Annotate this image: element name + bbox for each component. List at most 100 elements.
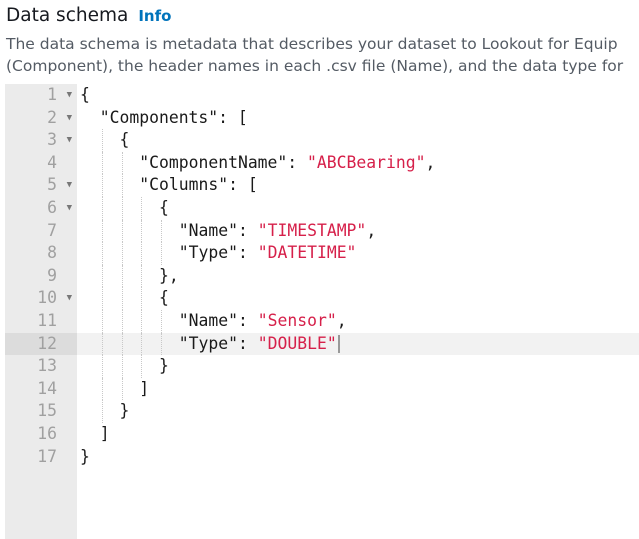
fold-arrow-icon[interactable]: ▼ <box>67 197 72 220</box>
string-token: "DOUBLE" <box>257 333 337 353</box>
code-text: { <box>159 197 169 220</box>
code-text: } <box>80 446 90 469</box>
indent-guide <box>121 219 123 243</box>
line-number: 6 ▼ <box>5 197 77 220</box>
indent-guide <box>161 242 163 265</box>
line-number-text: 1 <box>47 85 57 104</box>
indent-guide <box>101 287 103 310</box>
string-token: "Sensor" <box>257 310 337 330</box>
code-text: { <box>120 129 130 152</box>
code-text: "ComponentName": "ABCBearing", <box>139 152 435 175</box>
line-number-text: 5 <box>47 175 57 195</box>
description-line: The data schema is metadata that describ… <box>6 35 618 53</box>
indent-guide <box>141 287 143 310</box>
line-number-text: 3 <box>47 130 57 150</box>
punctuation-token: "ComponentName": <box>139 152 308 172</box>
indent-guide <box>101 355 103 378</box>
line-number-text: 12 <box>37 333 57 353</box>
punctuation-token: "Type": <box>178 333 258 353</box>
code-text: }, <box>159 265 179 288</box>
fold-arrow-icon[interactable]: ▼ <box>67 174 72 197</box>
line-number-text: 2 <box>47 107 57 127</box>
code-line[interactable]: 8 "Type": "DATETIME" <box>5 242 639 265</box>
line-number: 9 <box>5 265 77 288</box>
code-text: "Type": "DOUBLE" <box>179 333 340 356</box>
line-number-text: 10 <box>37 288 57 308</box>
string-token: "ABCBearing" <box>307 152 426 172</box>
code-line[interactable]: 16] <box>5 423 639 446</box>
code-line[interactable]: 13} <box>5 355 639 378</box>
code-line[interactable]: 14] <box>5 377 639 401</box>
code-text: } <box>120 400 130 423</box>
indent-guide <box>101 174 103 197</box>
line-number-text: 9 <box>47 265 57 285</box>
indent-guide <box>121 287 123 310</box>
code-line[interactable]: 4 "ComponentName": "ABCBearing", <box>5 151 639 175</box>
fold-arrow-icon[interactable]: ▼ <box>67 129 72 152</box>
code-text: "Components": [ <box>100 107 248 130</box>
code-text: "Name": "Sensor", <box>179 310 347 333</box>
indent-guide <box>101 400 103 423</box>
indent-guide <box>141 309 143 333</box>
line-number: 5 ▼ <box>5 174 77 197</box>
code-line[interactable]: 1 ▼{ <box>5 84 639 107</box>
indent-guide <box>121 264 123 288</box>
code-text: { <box>159 287 169 310</box>
indent-guide <box>161 309 163 333</box>
indent-guide <box>101 196 103 220</box>
code-line[interactable]: 11 "Name": "Sensor", <box>5 309 639 333</box>
indent-guide <box>121 355 123 378</box>
line-number-text: 15 <box>37 401 57 421</box>
line-number: 11 <box>5 310 77 333</box>
text-cursor <box>337 335 340 354</box>
indent-guide <box>121 196 123 220</box>
line-number: 12 <box>5 332 77 356</box>
line-number: 3 ▼ <box>5 129 77 152</box>
code-line[interactable]: 2 ▼ "Components": [ <box>5 107 639 130</box>
line-number: 10 ▼ <box>5 287 77 310</box>
code-line[interactable]: 3 ▼{ <box>5 129 639 152</box>
indent-guide <box>121 174 123 197</box>
line-number: 1 ▼ <box>5 84 77 107</box>
section-header: Data schema Info <box>6 5 171 26</box>
line-number: 4 <box>5 152 77 175</box>
code-line[interactable]: 12 "Type": "DOUBLE" <box>5 332 639 356</box>
indent-guide <box>121 309 123 333</box>
code-line[interactable]: 9}, <box>5 264 639 288</box>
indent-guide <box>161 332 163 356</box>
punctuation-token: , <box>366 220 377 240</box>
line-number-text: 11 <box>37 310 57 330</box>
indent-guide <box>161 219 163 243</box>
indent-guide <box>141 264 143 288</box>
fold-arrow-icon[interactable]: ▼ <box>67 107 72 130</box>
line-number-text: 16 <box>37 423 57 443</box>
code-line[interactable]: 5 ▼ "Columns": [ <box>5 174 639 197</box>
code-line[interactable]: 7 "Name": "TIMESTAMP", <box>5 219 639 243</box>
fold-arrow-icon[interactable]: ▼ <box>67 287 72 310</box>
line-number: 8 <box>5 242 77 265</box>
indent-guide <box>141 196 143 220</box>
punctuation-token: "Type": <box>178 243 258 263</box>
line-number-text: 8 <box>47 243 57 263</box>
punctuation-token: { <box>119 130 130 150</box>
punctuation-token: } <box>159 356 169 376</box>
json-code-editor[interactable]: 1 ▼{2 ▼ "Components": [3 ▼{4 "ComponentName":… <box>5 84 639 539</box>
string-token: "DATETIME" <box>257 243 357 263</box>
punctuation-token: } <box>119 401 130 421</box>
code-line[interactable]: 15} <box>5 400 639 423</box>
code-text: "Name": "TIMESTAMP", <box>179 220 376 243</box>
indent-guide <box>101 332 103 356</box>
punctuation-token: , <box>336 310 347 330</box>
code-line[interactable]: 6 ▼ { <box>5 196 639 220</box>
line-number: 15 <box>5 400 77 423</box>
indent-guide <box>121 332 123 356</box>
indent-guide <box>101 129 103 152</box>
punctuation-token: }, <box>159 265 179 285</box>
info-link[interactable]: Info <box>138 7 171 25</box>
punctuation-token: "Columns": [ <box>139 175 258 195</box>
fold-arrow-icon[interactable]: ▼ <box>67 84 72 107</box>
code-line[interactable]: 10 ▼ { <box>5 287 639 310</box>
indent-guide <box>101 242 103 265</box>
code-line[interactable]: 17} <box>5 446 639 469</box>
section-description: The data schema is metadata that describ… <box>6 33 623 77</box>
